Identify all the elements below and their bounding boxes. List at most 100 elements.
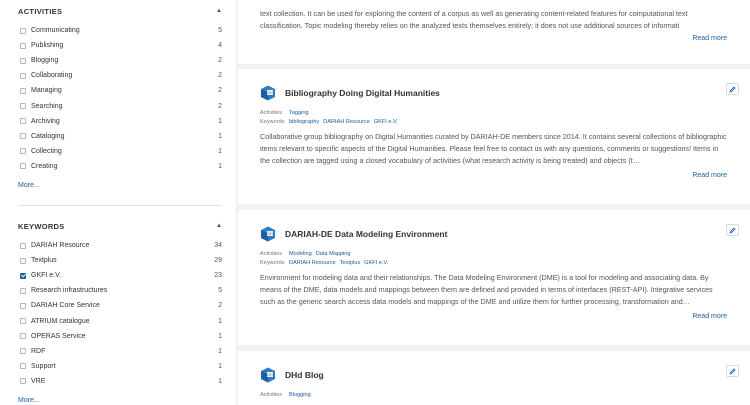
facet-checkbox[interactable] — [20, 57, 26, 64]
facet-item[interactable]: DARIAH Resource 34 — [18, 238, 222, 253]
keywords-label: Keywords — [260, 119, 285, 125]
description-line: classification. Topic modeling thereby r… — [260, 21, 680, 30]
facet-item[interactable]: Archiving 1 — [18, 114, 222, 129]
facet-checkbox[interactable] — [20, 118, 26, 125]
facet-item[interactable]: GKFI e.V. 23 — [18, 268, 222, 283]
result-card: text collection. It can be used for expl… — [238, 0, 750, 64]
result-card: DH DHd Blog Activities Blogging — [238, 351, 750, 405]
activity-tag[interactable]: Modeling — [289, 250, 312, 259]
facet-checkbox[interactable] — [20, 287, 26, 294]
result-title[interactable]: DHd Blog — [285, 370, 324, 380]
facet-checkbox[interactable] — [20, 272, 26, 279]
facet-item[interactable]: Communicating 5 — [18, 23, 222, 38]
description-line: text collection. It can be used for expl… — [260, 9, 688, 18]
facet-item-label: RDF — [31, 347, 46, 355]
facet-checkbox[interactable] — [20, 363, 26, 370]
facet-item[interactable]: RDF 1 — [18, 344, 222, 359]
facet-item[interactable]: Support 1 — [18, 359, 222, 374]
keyword-tag[interactable]: Textplus — [340, 259, 361, 268]
facet-checkbox[interactable] — [20, 318, 26, 325]
keyword-tag[interactable]: DARIAH Resource — [323, 118, 370, 127]
activities-label: Activities — [260, 110, 283, 116]
caret-up-icon[interactable]: ▲ — [216, 8, 222, 14]
facet-checkbox[interactable] — [20, 302, 26, 309]
keyword-tag[interactable]: GKFI e.V. — [364, 259, 388, 268]
facet-checkbox[interactable] — [20, 72, 26, 79]
facet-item[interactable]: ATRIUM catalogue 1 — [18, 313, 222, 328]
activities-row: Activities Tagging — [260, 109, 727, 118]
facet-item[interactable]: Blogging 2 — [18, 53, 222, 68]
keywords-label: Keywords — [260, 260, 285, 266]
facet-item-label: ATRIUM catalogue — [31, 317, 90, 325]
read-more-link[interactable]: Read more — [260, 35, 727, 45]
activity-tag[interactable]: Blogging — [289, 391, 311, 400]
facet-checkbox[interactable] — [20, 378, 26, 385]
facet-item-count: 1 — [218, 147, 222, 155]
facet-checkbox[interactable] — [20, 148, 26, 155]
activity-tag[interactable]: Data Mapping — [316, 250, 351, 259]
facet-checkbox[interactable] — [20, 133, 26, 140]
result-card-body: DH DHd Blog Activities Blogging — [238, 351, 750, 400]
activities-label: Activities — [260, 392, 283, 398]
facet-item-label: DARIAH Core Service — [31, 302, 100, 310]
facet-checkbox[interactable] — [20, 103, 26, 110]
facet-item[interactable]: Managing 2 — [18, 83, 222, 98]
facet-item-count: 2 — [218, 302, 222, 310]
keyword-tag[interactable]: GKFI e.V. — [374, 118, 398, 127]
facet-item[interactable]: OPERAS Service 1 — [18, 329, 222, 344]
filter-sidebar: ACTIVITIES ▲ Communicating 5 Publishing 4 Bl… — [0, 0, 236, 405]
activities-list: Communicating 5 Publishing 4 Blogging 2 Collab… — [18, 23, 222, 174]
activities-facet-header[interactable]: ACTIVITIES ▲ — [18, 3, 222, 19]
keyword-tag[interactable]: DARIAH Resource — [289, 259, 336, 268]
facet-item[interactable]: Publishing 4 — [18, 38, 222, 53]
read-more-link[interactable]: Read more — [260, 313, 727, 323]
facet-item-count: 1 — [218, 117, 222, 125]
facet-item[interactable]: Collecting 1 — [18, 144, 222, 159]
facet-checkbox[interactable] — [20, 87, 26, 94]
facet-item-count: 2 — [218, 87, 222, 95]
activity-tag[interactable]: Tagging — [289, 109, 309, 118]
keyword-tag[interactable]: bibliography — [289, 118, 319, 127]
facet-item-label: Publishing — [31, 42, 64, 50]
facet-item[interactable]: Textplus 29 — [18, 253, 222, 268]
facet-item[interactable]: Research infrastructures 5 — [18, 283, 222, 298]
facet-item-label: Cataloging — [31, 132, 65, 140]
facet-item[interactable]: Searching 2 — [18, 98, 222, 113]
result-description: text collection. It can be used for expl… — [260, 0, 727, 32]
result-meta: Activities Blogging — [260, 391, 727, 400]
keywords-more-link[interactable]: More... — [18, 397, 40, 404]
facet-item-count: 1 — [218, 332, 222, 340]
edit-button[interactable] — [726, 83, 739, 95]
caret-up-icon[interactable]: ▲ — [216, 223, 222, 229]
facet-item[interactable]: DARIAH Core Service 2 — [18, 298, 222, 313]
facet-item-label: Research infrastructures — [31, 287, 108, 295]
facet-item-count: 5 — [218, 287, 222, 295]
facet-item[interactable]: Collaborating 2 — [18, 68, 222, 83]
facet-checkbox[interactable] — [20, 242, 26, 249]
keywords-row: Keywords DARIAH Resource Textplus GKFI e.V. — [260, 259, 727, 268]
facet-item[interactable]: Cataloging 1 — [18, 129, 222, 144]
facet-checkbox[interactable] — [20, 163, 26, 170]
facet-item[interactable]: Creating 1 — [18, 159, 222, 174]
facet-checkbox[interactable] — [20, 42, 26, 49]
facet-item[interactable]: VRE 1 — [18, 374, 222, 389]
facet-item-label: Searching — [31, 102, 63, 110]
facet-item-label: Collecting — [31, 147, 62, 155]
facet-item-label: GKFI e.V. — [31, 272, 62, 280]
result-title[interactable]: Bibliography Doing Digital Humanities — [285, 88, 440, 98]
result-meta: Activities Tagging Keywords bibliography DAR… — [260, 109, 727, 127]
keywords-facet-header[interactable]: KEYWORDS ▲ — [18, 218, 222, 234]
edit-button[interactable] — [726, 224, 739, 236]
activities-more-link[interactable]: More... — [18, 182, 40, 189]
result-title[interactable]: DARIAH-DE Data Modeling Environment — [285, 229, 447, 239]
facet-checkbox[interactable] — [20, 257, 26, 264]
activities-row: Activities Modeling Data Mapping — [260, 250, 727, 259]
dh-logo-icon: DH — [260, 367, 276, 383]
read-more-link[interactable]: Read more — [260, 172, 727, 182]
activities-row: Activities Blogging — [260, 391, 727, 400]
facet-checkbox[interactable] — [20, 27, 26, 34]
facet-checkbox[interactable] — [20, 333, 26, 340]
edit-button[interactable] — [726, 365, 739, 377]
facet-item-count: 1 — [218, 362, 222, 370]
facet-checkbox[interactable] — [20, 348, 26, 355]
